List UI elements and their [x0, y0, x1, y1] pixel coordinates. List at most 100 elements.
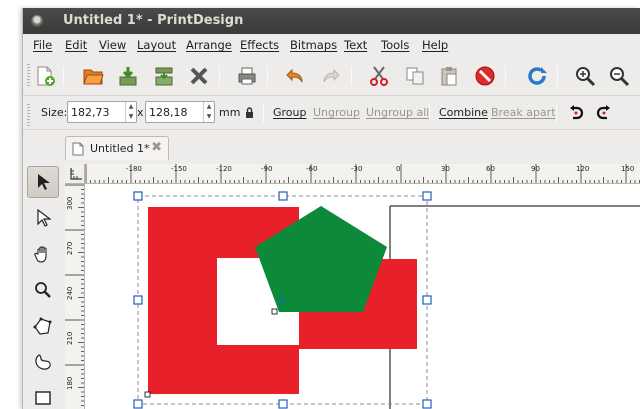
- vertical-ruler[interactable]: 300 270 240 210 180: [65, 184, 85, 409]
- toolbar-separator: [63, 66, 64, 86]
- h-ruler-label: 150: [621, 165, 635, 173]
- h-ruler-label: 0: [396, 165, 401, 173]
- unit-label: mm: [219, 106, 241, 119]
- paste-icon: [441, 67, 457, 86]
- v-ruler-label: 180: [66, 376, 74, 390]
- lock-icon[interactable]: [245, 107, 254, 118]
- combine-button[interactable]: Combine: [439, 106, 488, 119]
- window-menu-button[interactable]: [31, 15, 43, 27]
- menu-file[interactable]: File: [33, 38, 52, 52]
- property-separator: [429, 103, 430, 123]
- h-ruler-label: 30: [441, 165, 450, 173]
- toolbar-separator: [351, 66, 352, 86]
- cut-button[interactable]: [365, 62, 393, 90]
- property-bar: Size: ▲▼ x ▲▼ mm Group Ungroup Ungroup a…: [23, 96, 640, 130]
- property-separator: [263, 103, 264, 123]
- menu-edit[interactable]: Edit: [65, 38, 87, 52]
- drawing-canvas[interactable]: [85, 184, 640, 409]
- new-document-icon: [37, 66, 55, 86]
- cut-icon: [370, 66, 388, 86]
- undo-button[interactable]: [281, 62, 309, 90]
- break-apart-button[interactable]: Break apart: [491, 106, 556, 119]
- h-ruler-label: -180: [126, 165, 142, 173]
- height-spinbox[interactable]: ▲▼: [145, 101, 215, 123]
- menu-help[interactable]: Help: [422, 38, 448, 52]
- tab-untitled-1[interactable]: Untitled 1* ✖: [65, 136, 169, 160]
- h-ruler-label: 60: [486, 165, 495, 173]
- rectangle-icon: [35, 391, 51, 405]
- document-icon: [72, 142, 84, 156]
- paste-button[interactable]: [435, 62, 463, 90]
- v-ruler-label: 270: [66, 241, 74, 255]
- polygon-tool[interactable]: [27, 310, 59, 342]
- ungroup-all-button[interactable]: Ungroup all: [366, 106, 429, 119]
- menu-text[interactable]: Text: [344, 38, 367, 52]
- save-button[interactable]: [114, 62, 142, 90]
- node-marker: [271, 308, 278, 315]
- window-title: Untitled 1* - PrintDesign: [63, 13, 244, 28]
- delete-button[interactable]: [471, 62, 499, 90]
- rotate-left-icon[interactable]: [567, 104, 585, 122]
- times-label: x: [137, 106, 144, 119]
- node-edit-icon: [37, 209, 51, 227]
- save-icon: [119, 67, 137, 86]
- ungroup-button[interactable]: Ungroup: [313, 106, 360, 119]
- zoom-out-icon: [610, 67, 630, 87]
- ruler-corner[interactable]: [65, 164, 85, 184]
- h-ruler-label: -60: [306, 165, 318, 173]
- toolbar-separator: [219, 66, 220, 86]
- node-edit-tool[interactable]: [27, 202, 59, 234]
- pan-hand-icon: [34, 246, 47, 263]
- copy-button[interactable]: [401, 62, 429, 90]
- h-ruler-label: -120: [216, 165, 232, 173]
- pan-tool[interactable]: [27, 238, 59, 270]
- zoom-in-button[interactable]: [571, 62, 599, 90]
- canvas-drawing[interactable]: [85, 184, 640, 409]
- rectangle-tool[interactable]: [27, 382, 59, 409]
- menu-view[interactable]: View: [99, 38, 126, 52]
- v-ruler-label: 240: [66, 286, 74, 300]
- close-document-button[interactable]: [185, 62, 213, 90]
- tab-label: Untitled 1*: [90, 142, 150, 155]
- height-spin-arrows[interactable]: ▲ ▼: [203, 102, 214, 122]
- delete-icon: [475, 66, 495, 86]
- h-ruler-label: -90: [261, 165, 273, 173]
- menu-arrange[interactable]: Arrange: [186, 38, 232, 52]
- toolbar-separator: [557, 66, 558, 86]
- new-document-button[interactable]: [31, 62, 59, 90]
- save-as-button[interactable]: [150, 62, 178, 90]
- tab-close-icon[interactable]: ✖: [151, 140, 162, 155]
- print-button[interactable]: [233, 62, 261, 90]
- zoom-out-button[interactable]: [605, 62, 633, 90]
- curve-tool[interactable]: [27, 346, 59, 378]
- width-spin-arrows[interactable]: ▲ ▼: [125, 102, 136, 122]
- selector-tool[interactable]: [27, 166, 59, 198]
- toolbar-separator: [505, 66, 506, 86]
- horizontal-ruler[interactable]: -180 -150 -120 -90 -60 -30 0 30 60 90 12…: [85, 164, 640, 184]
- menu-tools[interactable]: Tools: [381, 38, 409, 52]
- menu-bitmaps[interactable]: Bitmaps: [290, 38, 337, 52]
- redo-button[interactable]: [317, 62, 345, 90]
- toolbar-grip: [27, 64, 30, 88]
- group-button[interactable]: Group: [273, 106, 307, 119]
- tool-palette: [23, 162, 63, 409]
- h-ruler-label: -30: [351, 165, 363, 173]
- menu-layout[interactable]: Layout: [137, 38, 176, 52]
- zoom-in-icon: [576, 67, 596, 87]
- h-ruler-label: 120: [576, 165, 590, 173]
- refresh-button[interactable]: [523, 62, 551, 90]
- zoom-tool[interactable]: [27, 274, 59, 306]
- rotate-right-icon[interactable]: [595, 104, 613, 122]
- refresh-icon: [528, 67, 547, 85]
- open-button[interactable]: [79, 62, 107, 90]
- menu-effects[interactable]: Effects: [240, 38, 279, 52]
- v-ruler-label: 300: [66, 196, 74, 210]
- node-marker: [144, 391, 151, 398]
- width-spinbox[interactable]: ▲▼: [67, 101, 137, 123]
- property-separator: [556, 103, 557, 123]
- undo-icon: [286, 68, 303, 83]
- size-label: Size:: [41, 106, 68, 119]
- h-ruler-label: 90: [531, 165, 540, 173]
- polygon-icon: [33, 317, 52, 335]
- curve-icon: [35, 354, 51, 370]
